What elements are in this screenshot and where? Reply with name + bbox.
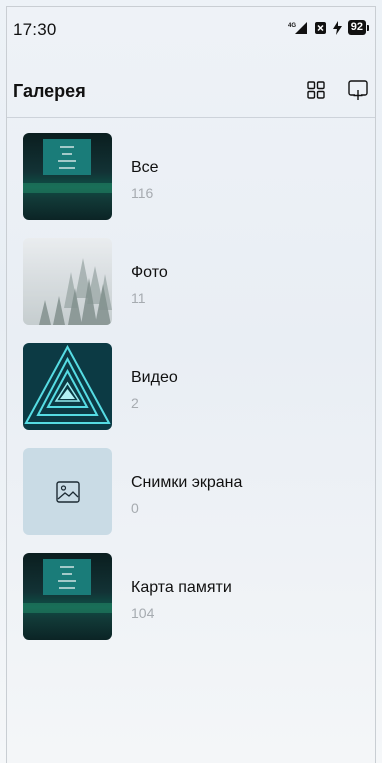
battery-tip <box>367 24 369 31</box>
album-thumbnail <box>23 553 112 640</box>
add-album-icon <box>348 80 368 100</box>
status-bar: 17:30 4G 92 <box>7 7 375 47</box>
header-divider <box>7 117 375 118</box>
album-name: Видео <box>131 369 178 386</box>
album-name: Все <box>131 159 159 176</box>
app-header: Галерея <box>7 69 375 109</box>
album-memory-card[interactable]: Карта памяти 104 <box>23 553 353 641</box>
image-placeholder-icon <box>55 480 80 503</box>
album-all[interactable]: Все 116 <box>23 133 353 221</box>
album-count: 116 <box>131 185 154 201</box>
status-icons: 4G 92 <box>288 20 369 35</box>
status-time: 17:30 <box>13 20 57 39</box>
album-thumbnail <box>23 343 112 430</box>
album-count: 0 <box>131 500 139 516</box>
album-name: Снимки экрана <box>131 474 243 491</box>
battery-level: 92 <box>347 20 366 35</box>
album-count: 11 <box>131 290 146 306</box>
grid-view-button[interactable] <box>301 75 331 105</box>
signal-4g-icon: 4G <box>288 21 308 35</box>
album-name: Карта памяти <box>131 579 232 596</box>
album-screenshots[interactable]: Снимки экрана 0 <box>23 448 353 536</box>
album-thumbnail <box>23 133 112 220</box>
album-photos[interactable]: Фото 11 <box>23 238 353 326</box>
album-name: Фото <box>131 264 168 281</box>
album-videos[interactable]: Видео 2 <box>23 343 353 431</box>
sim-blocked-icon <box>314 21 327 35</box>
grid-icon <box>307 81 325 99</box>
battery-indicator: 92 <box>347 20 369 35</box>
album-count: 104 <box>131 605 155 621</box>
album-thumbnail <box>23 238 112 325</box>
new-album-button[interactable] <box>343 75 373 105</box>
page-title: Галерея <box>13 81 86 101</box>
charging-icon <box>332 20 342 35</box>
album-thumbnail <box>23 448 112 535</box>
gallery-screen: 17:30 4G 92 Галерея Все 116 Фото 11 Виде… <box>6 6 376 763</box>
album-count: 2 <box>131 395 139 411</box>
svg-text:4G: 4G <box>288 23 296 29</box>
